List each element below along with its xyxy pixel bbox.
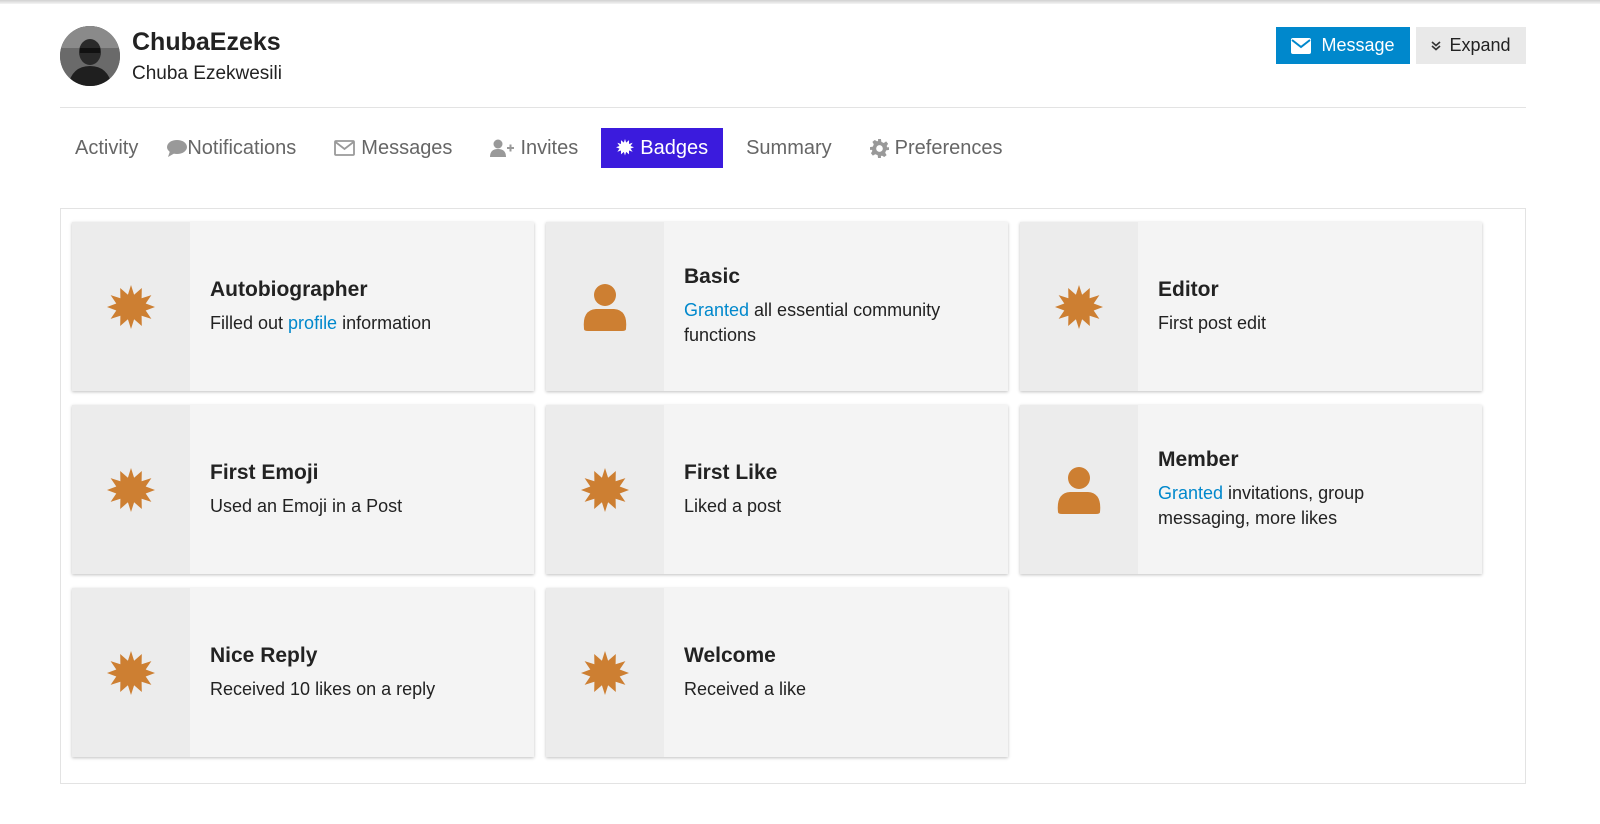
badge-description: Received 10 likes on a reply xyxy=(210,678,436,699)
expand-button-label: Expand xyxy=(1449,35,1511,55)
envelope-icon xyxy=(334,140,356,156)
user-icon xyxy=(1057,466,1101,514)
badge-description: Granted all essential community function… xyxy=(684,300,941,345)
tab-label: Summary xyxy=(746,136,832,159)
badge-description: Filled out profile information xyxy=(210,312,432,333)
username: ChubaEzeks xyxy=(132,28,281,56)
badge-title[interactable]: Autobiographer xyxy=(210,278,510,302)
badge-title[interactable]: Welcome xyxy=(684,644,984,668)
top-border xyxy=(0,0,1600,4)
badge-title[interactable]: Nice Reply xyxy=(210,644,510,668)
badge-card-editor[interactable]: Editor First post edit xyxy=(1020,222,1482,391)
user-nav-tabs: Activity Notifications Messages Invites … xyxy=(60,128,1026,168)
granted-link[interactable]: Granted xyxy=(1158,483,1223,503)
badge-title[interactable]: First Like xyxy=(684,461,984,485)
user-plus-icon xyxy=(490,139,515,157)
tab-invites[interactable]: Invites xyxy=(475,128,593,168)
badge-card-first-like[interactable]: First Like Liked a post xyxy=(546,405,1008,574)
badge-description: Liked a post xyxy=(684,495,782,516)
badge-icon xyxy=(107,467,155,512)
gear-icon xyxy=(869,138,889,158)
badge-description: Used an Emoji in a Post xyxy=(210,495,403,516)
user-icon xyxy=(583,283,627,331)
badge-description: Received a like xyxy=(684,678,807,699)
tab-label: Invites xyxy=(520,136,579,159)
tab-label: Badges xyxy=(640,136,709,159)
granted-link[interactable]: Granted xyxy=(684,300,749,320)
tab-label: Notifications xyxy=(187,136,297,159)
tab-label: Messages xyxy=(361,136,453,159)
badge-title[interactable]: Member xyxy=(1158,448,1458,472)
profile-link[interactable]: profile xyxy=(288,313,337,333)
badge-card-member[interactable]: Member Granted invitations, group messag… xyxy=(1020,405,1482,574)
badge-title[interactable]: Basic xyxy=(684,265,984,289)
badge-icon xyxy=(107,284,155,329)
badge-card-welcome[interactable]: Welcome Received a like xyxy=(546,588,1008,757)
tab-preferences[interactable]: Preferences xyxy=(855,128,1018,168)
double-chevron-down-icon xyxy=(1431,40,1441,51)
tab-badges[interactable]: Badges xyxy=(601,128,724,168)
speech-bubble-icon xyxy=(167,139,188,157)
badge-card-basic[interactable]: Basic Granted all essential community fu… xyxy=(546,222,1008,391)
tab-messages[interactable]: Messages xyxy=(319,128,467,168)
badge-icon xyxy=(107,650,155,695)
badge-description: Granted invitations, group messaging, mo… xyxy=(1158,483,1365,528)
badge-title[interactable]: First Emoji xyxy=(210,461,510,485)
badge-icon xyxy=(581,650,629,695)
full-name: Chuba Ezekwesili xyxy=(132,63,282,84)
envelope-icon xyxy=(1291,37,1312,54)
badges-panel: Autobiographer Filled out profile inform… xyxy=(60,208,1526,784)
tab-activity[interactable]: Activity xyxy=(60,128,153,168)
tab-label: Preferences xyxy=(894,136,1003,159)
badge-icon xyxy=(616,139,635,156)
tab-label: Activity xyxy=(75,136,139,159)
badge-card-first-emoji[interactable]: First Emoji Used an Emoji in a Post xyxy=(72,405,534,574)
avatar[interactable] xyxy=(60,26,120,86)
user-header: ChubaEzeks Chuba Ezekwesili Message Expa… xyxy=(60,26,1526,108)
badge-card-autobiographer[interactable]: Autobiographer Filled out profile inform… xyxy=(72,222,534,391)
message-button[interactable]: Message xyxy=(1276,27,1410,64)
badge-card-nice-reply[interactable]: Nice Reply Received 10 likes on a reply xyxy=(72,588,534,757)
badge-icon xyxy=(1055,284,1103,329)
badge-description: First post edit xyxy=(1158,312,1267,333)
expand-button[interactable]: Expand xyxy=(1416,27,1526,64)
tab-summary[interactable]: Summary xyxy=(731,128,847,168)
badge-title[interactable]: Editor xyxy=(1158,278,1458,302)
message-button-label: Message xyxy=(1321,35,1395,55)
badge-icon xyxy=(581,467,629,512)
tab-notifications[interactable]: Notifications xyxy=(161,128,311,168)
